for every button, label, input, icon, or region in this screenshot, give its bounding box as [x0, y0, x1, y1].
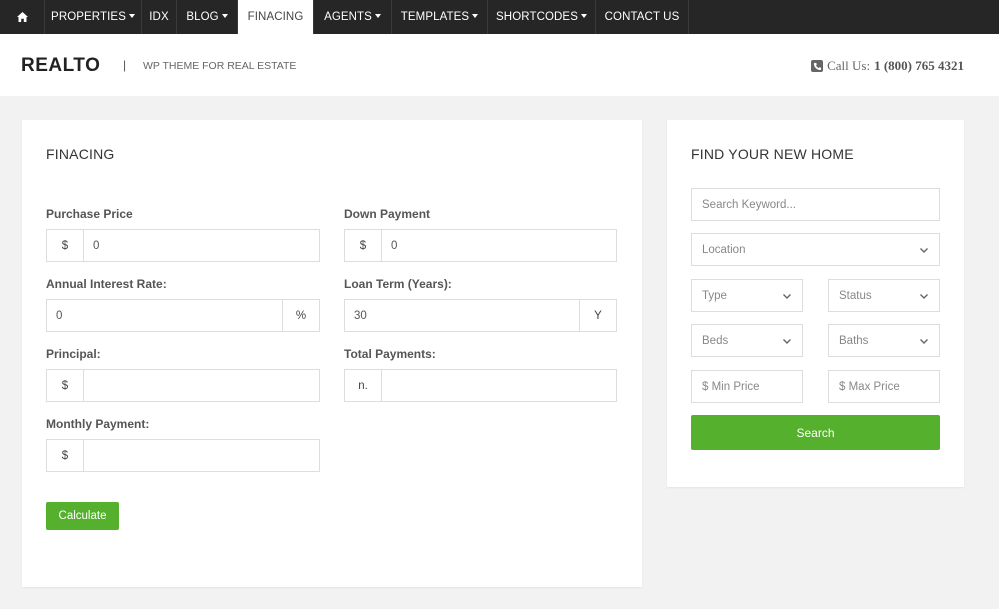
down-payment-field[interactable]: $ 0 — [344, 229, 617, 262]
status-select[interactable]: Status — [828, 279, 940, 312]
beds-select[interactable]: Beds — [691, 324, 803, 357]
site-header: REALTO | WP THEME FOR REAL ESTATE Call U… — [0, 34, 999, 96]
nav-item-financing[interactable]: FINACING — [238, 0, 314, 34]
home-icon — [16, 12, 28, 22]
count-addon: n. — [345, 370, 382, 401]
interest-rate-label: Annual Interest Rate: — [46, 277, 167, 291]
percent-addon: % — [282, 300, 319, 331]
chevron-down-icon — [920, 293, 928, 299]
loan-term-label: Loan Term (Years): — [344, 277, 452, 291]
years-addon: Y — [579, 300, 616, 331]
caret-down-icon — [472, 14, 479, 18]
dollar-addon: $ — [47, 230, 84, 261]
max-price-placeholder: $ Max Price — [839, 380, 900, 393]
search-title: FIND YOUR NEW HOME — [691, 146, 854, 162]
chevron-down-icon — [920, 247, 928, 253]
total-payments-label: Total Payments: — [344, 347, 436, 361]
down-payment-label: Down Payment — [344, 207, 431, 221]
principal-input[interactable] — [84, 370, 319, 401]
total-payments-input[interactable] — [382, 370, 616, 401]
baths-value: Baths — [839, 334, 869, 347]
interest-rate-field[interactable]: 0 % — [46, 299, 320, 332]
keyword-input[interactable]: Search Keyword... — [691, 188, 940, 221]
interest-rate-input[interactable]: 0 — [47, 300, 282, 331]
monthly-payment-field[interactable]: $ — [46, 439, 320, 472]
nav-item-blog[interactable]: BLOG — [177, 0, 238, 34]
loan-term-input[interactable]: 30 — [345, 300, 579, 331]
chevron-down-icon — [783, 293, 791, 299]
nav-item-agents[interactable]: AGENTS — [314, 0, 392, 34]
call-us-label: Call Us: — [827, 58, 871, 73]
nav-home[interactable] — [0, 0, 45, 34]
dollar-addon: $ — [47, 440, 84, 471]
nav-item-label: BLOG — [186, 11, 219, 23]
caret-down-icon — [128, 14, 135, 18]
phone-number[interactable]: 1 (800) 765 4321 — [874, 58, 964, 74]
property-search-widget: FIND YOUR NEW HOME Search Keyword... Loc… — [667, 120, 964, 487]
nav-item-properties[interactable]: PROPERTIES — [45, 0, 142, 34]
monthly-payment-input[interactable] — [84, 440, 319, 471]
nav-item-label: FINACING — [247, 11, 304, 23]
type-select[interactable]: Type — [691, 279, 803, 312]
site-logo[interactable]: REALTO — [21, 55, 100, 77]
monthly-payment-label: Monthly Payment: — [46, 417, 150, 431]
dollar-addon: $ — [345, 230, 382, 261]
status-value: Status — [839, 289, 872, 302]
calculate-button[interactable]: Calculate — [46, 502, 119, 530]
principal-field[interactable]: $ — [46, 369, 320, 402]
search-button[interactable]: Search — [691, 415, 940, 450]
keyword-placeholder: Search Keyword... — [702, 198, 796, 211]
nav-item-templates[interactable]: TEMPLATES — [392, 0, 488, 34]
location-value: Location — [702, 243, 746, 256]
caret-down-icon — [580, 14, 587, 18]
max-price-input[interactable]: $ Max Price — [828, 370, 940, 403]
phone-icon — [811, 60, 824, 72]
purchase-price-input[interactable]: 0 — [84, 230, 319, 261]
caret-down-icon — [221, 14, 228, 18]
nav-item-idx[interactable]: IDX — [142, 0, 177, 34]
nav-item-contact[interactable]: CONTACT US — [596, 0, 689, 34]
purchase-price-field[interactable]: $ 0 — [46, 229, 320, 262]
nav-item-label: PROPERTIES — [51, 11, 126, 23]
nav-item-label: TEMPLATES — [400, 11, 470, 23]
financing-title: FINACING — [46, 146, 115, 162]
baths-select[interactable]: Baths — [828, 324, 940, 357]
nav-item-label: CONTACT US — [604, 11, 680, 23]
principal-label: Principal: — [46, 347, 101, 361]
chevron-down-icon — [783, 338, 791, 344]
nav-item-shortcodes[interactable]: SHORTCODES — [488, 0, 596, 34]
header-separator: | — [123, 58, 127, 72]
nav-item-label: IDX — [149, 11, 169, 23]
caret-down-icon — [374, 14, 381, 18]
main-navigation: PROPERTIES IDX BLOG FINACING AGENTS TEMP… — [0, 0, 999, 34]
beds-value: Beds — [702, 334, 729, 347]
nav-item-label: AGENTS — [324, 11, 372, 23]
min-price-input[interactable]: $ Min Price — [691, 370, 803, 403]
min-price-placeholder: $ Min Price — [702, 380, 760, 393]
site-tagline: WP THEME FOR REAL ESTATE — [143, 60, 297, 72]
call-us: Call Us: 1 (800) 765 4321 — [811, 58, 964, 74]
purchase-price-label: Purchase Price — [46, 207, 133, 221]
financing-calculator: FINACING Purchase Price $ 0 Down Payment… — [22, 120, 642, 587]
down-payment-input[interactable]: 0 — [382, 230, 616, 261]
type-value: Type — [702, 289, 727, 302]
location-select[interactable]: Location — [691, 233, 940, 266]
loan-term-field[interactable]: 30 Y — [344, 299, 617, 332]
total-payments-field[interactable]: n. — [344, 369, 617, 402]
nav-item-label: SHORTCODES — [496, 11, 578, 23]
page-footer-edge — [0, 600, 999, 609]
dollar-addon: $ — [47, 370, 84, 401]
chevron-down-icon — [920, 338, 928, 344]
